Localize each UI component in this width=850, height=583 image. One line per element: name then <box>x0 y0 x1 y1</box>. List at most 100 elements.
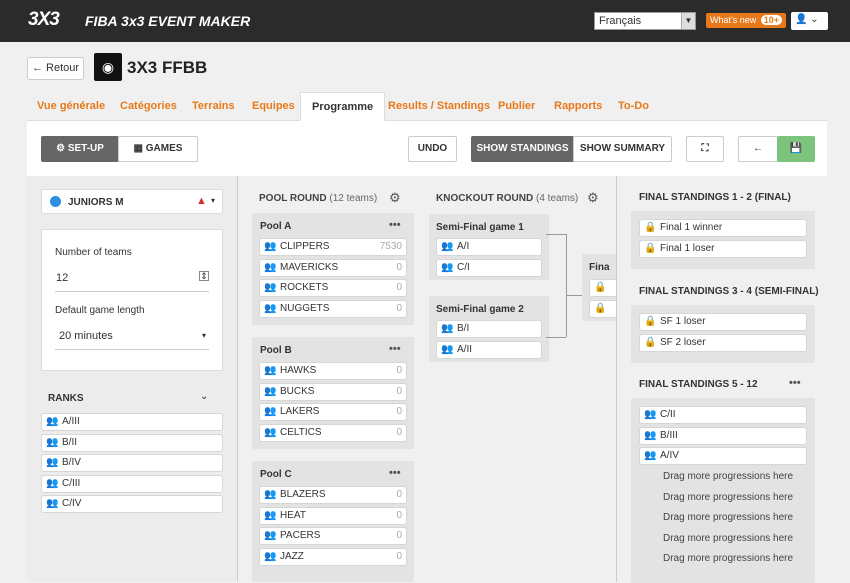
drag-placeholder: Drag more progressions here <box>663 553 794 564</box>
pool-name: Pool C <box>260 469 292 480</box>
tab-categories[interactable]: Catégories <box>120 92 177 121</box>
team-item[interactable]: 👥 C/III <box>41 474 223 493</box>
team-score: 0 <box>396 302 402 314</box>
chevron-down-icon: ▾ <box>202 331 207 340</box>
drag-placeholder: Drag more progressions here <box>663 491 794 503</box>
team-name: CLIPPERS <box>280 241 330 252</box>
more-icon[interactable]: ••• <box>389 467 401 479</box>
team-item[interactable]: 👥 C/IV <box>41 495 223 513</box>
team-item[interactable]: 👥 CELTICS 0 <box>259 423 407 442</box>
tab-vue-generale[interactable]: Vue générale <box>37 92 105 121</box>
tab-bar: Vue générale Catégories Terrains Equipes… <box>27 92 827 121</box>
team-name: Final 1 loser <box>660 242 715 254</box>
team-item[interactable]: 👥 HEAT 0 <box>259 506 407 525</box>
team-score: 0 <box>396 385 402 397</box>
team-item[interactable]: 🔒 SF 1 loser <box>639 313 807 331</box>
team-item[interactable]: 👥 CLIPPERS 7530 <box>259 238 407 256</box>
team-score: 0 <box>396 530 402 541</box>
tab-results-standings[interactable]: Results / Standings <box>388 92 490 121</box>
bracket-line <box>546 337 566 338</box>
num-teams-input[interactable]: 12 <box>56 272 68 284</box>
setup-button[interactable]: ⚙ SET-UP <box>41 136 119 162</box>
team-name: A/I <box>457 241 470 252</box>
show-standings-button[interactable]: SHOW STANDINGS <box>471 136 574 162</box>
final-slot[interactable]: 🔒 <box>589 279 616 297</box>
final-slot[interactable]: 🔒 <box>589 300 616 318</box>
team-item[interactable]: 👥 JAZZ 0 <box>259 547 407 566</box>
game-name: Semi-Final game 2 <box>436 304 524 315</box>
tab-equipes[interactable]: Equipes <box>252 92 295 121</box>
pool-round-title: POOL ROUND (12 teams) <box>259 193 378 204</box>
fiba-logo[interactable]: 3X3 <box>28 9 60 31</box>
fullscreen-icon[interactable]: ⛶ <box>686 136 724 162</box>
team-name: HEAT <box>280 509 306 521</box>
back-arrow-button[interactable]: ← <box>738 136 778 162</box>
team-name: C/IV <box>62 498 82 509</box>
ranks-title: RANKS <box>48 393 84 404</box>
gear-icon[interactable]: ⚙ <box>587 190 599 206</box>
more-icon[interactable]: ••• <box>389 219 401 231</box>
tab-programme[interactable]: Programme <box>300 92 386 121</box>
chevron-down-icon[interactable]: ⌄ <box>200 391 208 402</box>
team-item[interactable]: 👥 NUGGETS 0 <box>259 299 407 318</box>
team-name: Final 1 winner <box>660 222 723 233</box>
team-item[interactable]: 👥 PACERS 0 <box>259 527 407 545</box>
show-summary-button[interactable]: SHOW SUMMARY <box>573 136 672 162</box>
game-length-select[interactable]: 20 minutes <box>59 330 113 342</box>
team-item[interactable]: 👥 BLAZERS 0 <box>259 486 407 504</box>
lock-icon: 🔒 <box>594 303 607 314</box>
team-item[interactable]: 👥 C/I <box>436 258 542 277</box>
more-icon[interactable]: ••• <box>389 343 401 355</box>
language-select[interactable]: Français ▼ <box>594 12 696 30</box>
team-item[interactable]: 👥 LAKERS 0 <box>259 403 407 421</box>
drag-placeholder: Drag more progressions here <box>663 471 794 482</box>
category-select[interactable]: JUNIORS M ▲ ▾ <box>41 189 223 214</box>
team-name: B/IV <box>62 457 81 468</box>
team-name: B/II <box>62 436 78 448</box>
gear-icon[interactable]: ⚙ <box>389 190 401 206</box>
team-icon: 👥 <box>644 429 657 441</box>
team-item[interactable]: 👥 B/I <box>436 320 542 338</box>
team-name: SF 2 loser <box>660 336 706 348</box>
back-button[interactable]: ← Retour <box>27 57 84 80</box>
user-menu[interactable]: 👤 ⌄ <box>791 12 828 30</box>
chevron-down-icon: ▼ <box>681 13 695 29</box>
team-item[interactable]: 👥 C/II <box>639 406 807 424</box>
team-item[interactable]: 👥 A/IV <box>639 447 807 465</box>
team-item[interactable]: 👥 B/IV <box>41 454 223 472</box>
pool-name: Pool A <box>260 221 292 232</box>
tab-publier[interactable]: Publier <box>498 92 535 121</box>
team-item[interactable]: 🔒 SF 2 loser <box>639 333 807 352</box>
team-item[interactable]: 👥 B/II <box>41 433 223 452</box>
whats-new-badge: 10+ <box>760 15 783 25</box>
drag-placeholder: Drag more progressions here <box>663 512 794 523</box>
team-item[interactable]: 👥 ROCKETS 0 <box>259 279 407 297</box>
more-icon[interactable]: ••• <box>789 377 801 389</box>
save-icon[interactable]: 💾 <box>777 136 815 162</box>
team-name: NUGGETS <box>280 302 330 314</box>
tab-todo[interactable]: To-Do <box>618 92 649 121</box>
team-score: 0 <box>396 261 402 273</box>
games-button[interactable]: ▦ GAMES <box>118 136 198 162</box>
team-item[interactable]: 👥 A/III <box>41 413 223 431</box>
team-item[interactable]: 👥 MAVERICKS 0 <box>259 258 407 277</box>
team-name: A/II <box>457 343 473 355</box>
tab-terrains[interactable]: Terrains <box>192 92 235 121</box>
team-name: JAZZ <box>280 550 304 562</box>
undo-button[interactable]: UNDO <box>408 136 457 162</box>
whats-new-button[interactable]: What's new 10+ <box>706 13 787 28</box>
team-item[interactable]: 👥 A/II <box>436 340 542 359</box>
team-icon: 👥 <box>441 261 454 273</box>
team-item[interactable]: 🔒 Final 1 loser <box>639 239 807 258</box>
team-item[interactable]: 🔒 Final 1 winner <box>639 219 807 237</box>
stepper-icon[interactable]: ⇕ <box>199 271 209 281</box>
tab-rapports[interactable]: Rapports <box>554 92 602 121</box>
team-item[interactable]: 👥 BUCKS 0 <box>259 382 407 401</box>
team-icon: 👥 <box>46 457 59 468</box>
team-item[interactable]: 👥 A/I <box>436 238 542 256</box>
team-icon: 👥 <box>264 550 277 562</box>
event-title: 3X3 FFBB <box>127 58 208 77</box>
team-item[interactable]: 👥 HAWKS 0 <box>259 362 407 380</box>
arrow-left-icon: ← <box>31 62 43 74</box>
team-item[interactable]: 👥 B/III <box>639 426 807 445</box>
